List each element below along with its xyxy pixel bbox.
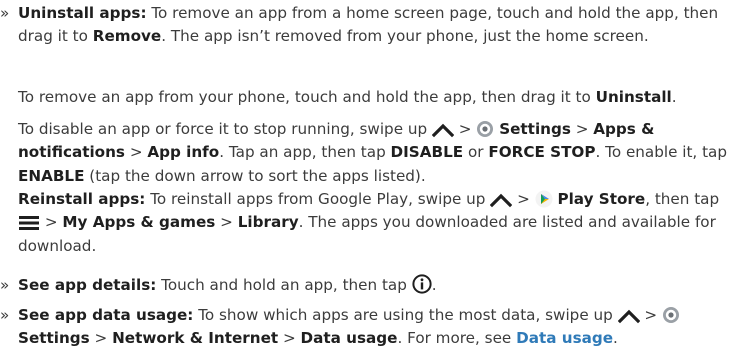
chevron-up-icon	[490, 192, 513, 208]
separator: >	[575, 120, 589, 138]
text: (tap the down arrow to sort the apps lis…	[89, 166, 426, 185]
reinstall-apps-label: Reinstall apps:	[18, 190, 146, 208]
settings-gear-icon	[662, 306, 680, 324]
separator: >	[44, 213, 58, 232]
bullet-marker: »	[0, 306, 10, 324]
uninstall-apps-label: Uninstall apps:	[18, 4, 147, 22]
uninstall-term: Uninstall	[595, 88, 672, 106]
settings-term: Settings	[18, 329, 90, 348]
page: { "p1": { "bullet": "»", "label": "Unins…	[0, 0, 739, 350]
separator: >	[282, 329, 296, 348]
text: To remove an app from your phone, touch …	[18, 88, 591, 106]
separator: >	[517, 190, 530, 208]
text: , then tap	[645, 190, 720, 208]
chevron-up-icon	[617, 308, 640, 324]
chevron-up-icon	[431, 122, 454, 138]
bullet-marker: »	[0, 4, 10, 22]
settings-gear-icon	[476, 120, 494, 138]
separator: >	[458, 120, 472, 138]
info-icon	[412, 274, 432, 294]
separator: >	[94, 329, 108, 348]
reinstall-apps-paragraph: Reinstall apps: To reinstall apps from G…	[0, 188, 737, 258]
data-usage-link[interactable]: Data usage	[516, 329, 613, 347]
text: .	[431, 276, 437, 294]
hamburger-menu-icon	[18, 215, 40, 231]
remove-from-phone-paragraph: To remove an app from your phone, touch …	[0, 86, 737, 109]
text: To reinstall apps from Google Play, swip…	[150, 190, 486, 208]
see-app-details-paragraph: » See app details: Touch and hold an app…	[0, 274, 737, 297]
text: . Tap an app, then tap	[219, 143, 386, 162]
see-app-data-usage-label: See app data usage:	[18, 306, 194, 324]
text: . For more, see	[397, 329, 512, 348]
enable-term: ENABLE	[18, 166, 85, 185]
library-term: Library	[237, 213, 299, 232]
text: To disable an app or force it to stop ru…	[18, 120, 428, 138]
data-usage-term: Data usage	[300, 329, 398, 348]
remove-term: Remove	[92, 27, 162, 46]
separator: >	[644, 306, 658, 324]
disable-app-paragraph: To disable an app or force it to stop ru…	[0, 118, 737, 188]
text: To show which apps are using the most da…	[198, 306, 613, 324]
text: .	[671, 88, 677, 106]
text: or	[467, 143, 484, 162]
network-internet-term: Network & Internet	[112, 329, 279, 348]
see-app-data-usage-paragraph: » See app data usage: To show which apps…	[0, 304, 737, 351]
bullet-marker: »	[0, 276, 10, 294]
app-info-term: App info	[147, 143, 220, 162]
separator: >	[129, 143, 143, 162]
disable-term: DISABLE	[390, 143, 464, 162]
text: Touch and hold an app, then tap	[161, 276, 407, 294]
play-store-term: Play Store	[557, 190, 646, 208]
force-stop-term: FORCE STOP	[488, 143, 596, 162]
separator: >	[220, 213, 233, 232]
my-apps-games-term: My Apps & games	[62, 213, 216, 232]
uninstall-apps-paragraph: » Uninstall apps: To remove an app from …	[0, 2, 737, 49]
play-store-icon	[535, 190, 553, 208]
text: .	[613, 329, 618, 348]
see-app-details-label: See app details:	[18, 276, 157, 294]
text: . The app isn’t removed from your phone,…	[161, 27, 649, 46]
text: . To enable it, tap	[595, 143, 727, 162]
settings-term: Settings	[499, 120, 571, 138]
